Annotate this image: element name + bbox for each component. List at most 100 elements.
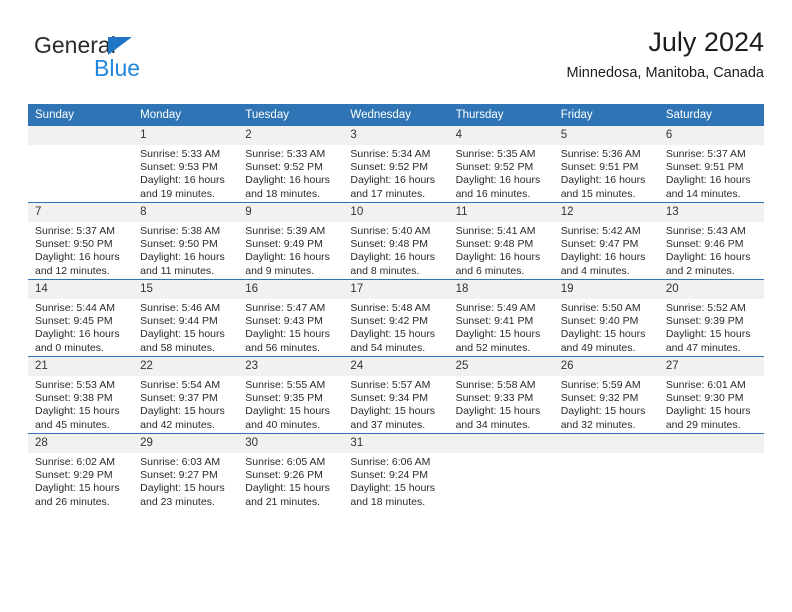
- day-details: Sunrise: 6:03 AM Sunset: 9:27 PM Daylight:…: [133, 453, 238, 509]
- calendar-day-cell[interactable]: 22 Sunrise: 5:54 AM Sunset: 9:37 PM Dayligh…: [133, 356, 239, 434]
- day-number: 25: [448, 357, 554, 376]
- day-detail-line: Daylight: 16 hours: [665, 174, 751, 187]
- day-number: 6: [658, 126, 764, 145]
- general-blue-logo[interactable]: General Blue: [34, 32, 214, 88]
- logo-text-blue: Blue: [94, 55, 141, 81]
- calendar-day-cell[interactable]: 24 Sunrise: 5:57 AM Sunset: 9:34 PM Dayligh…: [343, 356, 449, 434]
- calendar-day-cell[interactable]: 12 Sunrise: 5:42 AM Sunset: 9:47 PM Dayligh…: [553, 202, 659, 280]
- day-details: Sunrise: 5:59 AM Sunset: 9:32 PM Daylight:…: [554, 376, 659, 432]
- calendar-day-cell[interactable]: 20 Sunrise: 5:52 AM Sunset: 9:39 PM Dayligh…: [658, 279, 764, 357]
- calendar-day-cell[interactable]: 6 Sunrise: 5:37 AM Sunset: 9:51 PM Daylight…: [658, 126, 764, 203]
- calendar-day-cell[interactable]: 30 Sunrise: 6:05 AM Sunset: 9:26 PM Dayligh…: [238, 433, 344, 510]
- day-number: 7: [28, 203, 134, 222]
- day-detail-line: Sunrise: 5:54 AM: [140, 379, 221, 391]
- calendar-day-cell[interactable]: 19 Sunrise: 5:50 AM Sunset: 9:40 PM Dayligh…: [553, 279, 659, 357]
- calendar-day-cell[interactable]: 18 Sunrise: 5:49 AM Sunset: 9:41 PM Dayligh…: [448, 279, 554, 357]
- day-detail-line: Sunset: 9:52 PM: [350, 161, 429, 174]
- day-detail-line: Sunset: 9:37 PM: [140, 392, 218, 405]
- day-detail-line: Daylight: 15 hours: [350, 482, 436, 495]
- day-detail-line: and 19 minutes.: [140, 187, 215, 200]
- day-details: Sunrise: 5:57 AM Sunset: 9:34 PM Daylight:…: [343, 376, 448, 432]
- calendar-day-cell[interactable]: 21 Sunrise: 5:53 AM Sunset: 9:38 PM Dayligh…: [28, 356, 134, 434]
- day-detail-line: Sunrise: 5:40 AM: [350, 225, 431, 237]
- day-detail-line: and 8 minutes.: [350, 264, 420, 277]
- day-detail-line: Daylight: 15 hours: [455, 328, 541, 341]
- day-number: 22: [133, 357, 239, 376]
- calendar-week-row: 7 Sunrise: 5:37 AM Sunset: 9:50 PM Daylight…: [28, 202, 764, 280]
- calendar-day-cell[interactable]: 3 Sunrise: 5:34 AM Sunset: 9:52 PM Daylight…: [343, 126, 449, 203]
- day-details: Sunrise: 5:47 AM Sunset: 9:43 PM Daylight:…: [238, 299, 343, 355]
- day-detail-line: and 54 minutes.: [350, 341, 426, 354]
- day-detail-line: Sunrise: 5:35 AM: [455, 148, 536, 160]
- calendar-day-cell[interactable]: 26 Sunrise: 5:59 AM Sunset: 9:32 PM Dayligh…: [553, 356, 659, 434]
- day-number: 3: [343, 126, 449, 145]
- day-detail-line: Sunrise: 6:06 AM: [350, 456, 431, 468]
- calendar-day-cell[interactable]: 1 Sunrise: 5:33 AM Sunset: 9:53 PM Daylight…: [133, 126, 239, 203]
- day-detail-line: Daylight: 15 hours: [245, 405, 330, 418]
- calendar-day-cell[interactable]: 31 Sunrise: 6:06 AM Sunset: 9:24 PM Dayligh…: [343, 433, 449, 510]
- calendar-day-cell[interactable]: 13 Sunrise: 5:43 AM Sunset: 9:46 PM Dayligh…: [658, 202, 764, 280]
- calendar-day-cell[interactable]: 9 Sunrise: 5:39 AM Sunset: 9:49 PM Daylight…: [238, 202, 344, 280]
- day-detail-line: Daylight: 15 hours: [245, 328, 330, 341]
- day-details: Sunrise: 5:41 AM Sunset: 9:48 PM Daylight:…: [449, 222, 554, 278]
- calendar-day-cell[interactable]: 10 Sunrise: 5:40 AM Sunset: 9:48 PM Dayligh…: [343, 202, 449, 280]
- day-details: [449, 453, 554, 456]
- day-number: 10: [343, 203, 449, 222]
- page-subtitle: Minnedosa, Manitoba, Canada: [566, 65, 765, 81]
- day-detail-line: Sunset: 9:24 PM: [350, 469, 429, 482]
- day-detail-line: Sunrise: 5:42 AM: [560, 225, 641, 237]
- calendar-day-cell[interactable]: 11 Sunrise: 5:41 AM Sunset: 9:48 PM Dayligh…: [448, 202, 554, 280]
- day-detail-line: and 15 minutes.: [560, 187, 636, 200]
- day-number: 8: [133, 203, 239, 222]
- day-detail-line: and 52 minutes.: [455, 341, 531, 354]
- day-detail-line: Daylight: 15 hours: [35, 482, 120, 495]
- day-number: 13: [658, 203, 764, 222]
- calendar-week-row: 21 Sunrise: 5:53 AM Sunset: 9:38 PM Dayligh…: [28, 356, 764, 434]
- calendar-day-cell[interactable]: 16 Sunrise: 5:47 AM Sunset: 9:43 PM Dayligh…: [238, 279, 344, 357]
- day-detail-line: and 58 minutes.: [140, 341, 215, 354]
- calendar-day-cell[interactable]: 23 Sunrise: 5:55 AM Sunset: 9:35 PM Dayligh…: [238, 356, 344, 434]
- calendar-day-cell[interactable]: 8 Sunrise: 5:38 AM Sunset: 9:50 PM Daylight…: [133, 202, 239, 280]
- day-detail-line: and 21 minutes.: [245, 495, 320, 508]
- calendar-day-cell[interactable]: 4 Sunrise: 5:35 AM Sunset: 9:52 PM Daylight…: [448, 126, 554, 203]
- calendar-day-cell-empty: [28, 126, 134, 203]
- day-detail-line: and 9 minutes.: [245, 264, 315, 277]
- calendar-day-cell[interactable]: 29 Sunrise: 6:03 AM Sunset: 9:27 PM Dayligh…: [133, 433, 239, 510]
- day-detail-line: Sunset: 9:49 PM: [245, 238, 323, 251]
- day-detail-line: and 37 minutes.: [350, 418, 426, 431]
- day-detail-line: Daylight: 15 hours: [140, 405, 225, 418]
- calendar-day-cell[interactable]: 25 Sunrise: 5:58 AM Sunset: 9:33 PM Dayligh…: [448, 356, 554, 434]
- day-detail-line: Sunset: 9:43 PM: [245, 315, 323, 328]
- day-details: Sunrise: 5:46 AM Sunset: 9:44 PM Daylight:…: [133, 299, 238, 355]
- day-detail-line: Sunrise: 5:33 AM: [140, 148, 221, 160]
- day-details: Sunrise: 6:02 AM Sunset: 9:29 PM Daylight:…: [28, 453, 133, 509]
- day-number: [553, 434, 659, 453]
- day-detail-line: Sunset: 9:38 PM: [35, 392, 113, 405]
- day-detail-line: Sunrise: 5:37 AM: [665, 148, 746, 160]
- day-number: 31: [343, 434, 449, 453]
- calendar-day-cell[interactable]: 2 Sunrise: 5:33 AM Sunset: 9:52 PM Daylight…: [238, 126, 344, 203]
- day-number: 18: [448, 280, 554, 299]
- calendar-day-cell[interactable]: 28 Sunrise: 6:02 AM Sunset: 9:29 PM Dayligh…: [28, 433, 134, 510]
- day-detail-line: Daylight: 15 hours: [560, 328, 646, 341]
- day-detail-line: and 23 minutes.: [140, 495, 215, 508]
- calendar-week-row: 28 Sunrise: 6:02 AM Sunset: 9:29 PM Dayligh…: [28, 433, 764, 510]
- day-detail-line: Sunrise: 5:43 AM: [665, 225, 746, 237]
- calendar-day-cell[interactable]: 5 Sunrise: 5:36 AM Sunset: 9:51 PM Daylight…: [553, 126, 659, 203]
- day-details: Sunrise: 5:49 AM Sunset: 9:41 PM Daylight:…: [449, 299, 554, 355]
- day-details: Sunrise: 6:05 AM Sunset: 9:26 PM Daylight:…: [238, 453, 343, 509]
- day-details: Sunrise: 5:48 AM Sunset: 9:42 PM Daylight:…: [343, 299, 448, 355]
- day-detail-line: and 4 minutes.: [560, 264, 630, 277]
- day-details: Sunrise: 5:33 AM Sunset: 9:52 PM Daylight:…: [238, 145, 343, 201]
- day-detail-line: Sunrise: 5:36 AM: [560, 148, 641, 160]
- day-detail-line: Sunset: 9:48 PM: [350, 238, 429, 251]
- calendar-day-cell[interactable]: 27 Sunrise: 6:01 AM Sunset: 9:30 PM Dayligh…: [658, 356, 764, 434]
- day-detail-line: Sunset: 9:42 PM: [350, 315, 429, 328]
- day-detail-line: and 16 minutes.: [455, 187, 531, 200]
- day-detail-line: and 14 minutes.: [665, 187, 741, 200]
- calendar-day-cell[interactable]: 15 Sunrise: 5:46 AM Sunset: 9:44 PM Dayligh…: [133, 279, 239, 357]
- calendar-day-cell[interactable]: 7 Sunrise: 5:37 AM Sunset: 9:50 PM Daylight…: [28, 202, 134, 280]
- calendar-day-cell[interactable]: 17 Sunrise: 5:48 AM Sunset: 9:42 PM Dayligh…: [343, 279, 449, 357]
- calendar-day-cell[interactable]: 14 Sunrise: 5:44 AM Sunset: 9:45 PM Dayligh…: [28, 279, 134, 357]
- day-detail-line: Sunset: 9:39 PM: [665, 315, 744, 328]
